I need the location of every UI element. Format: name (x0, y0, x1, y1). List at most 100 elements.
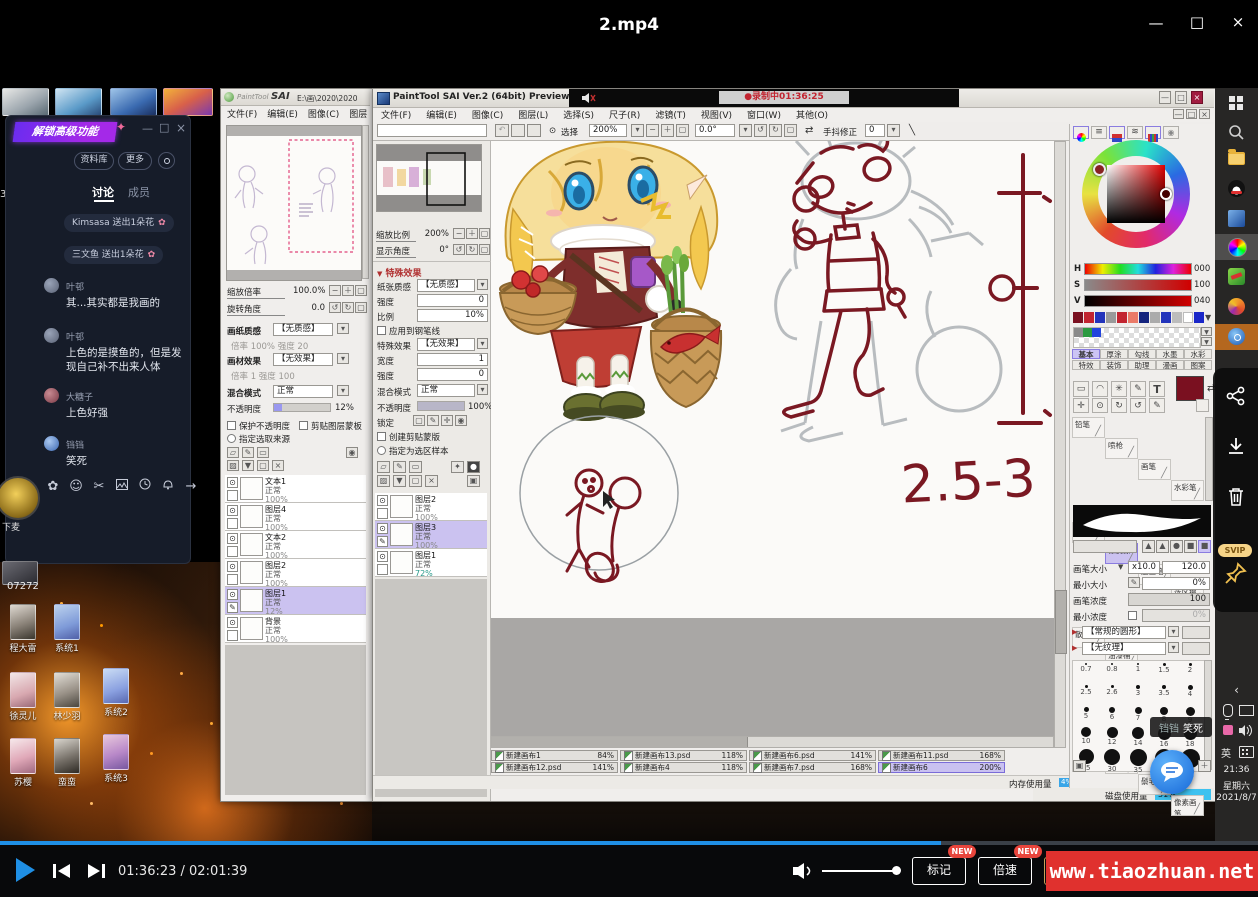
tip-shape-icon[interactable]: ● (1170, 540, 1183, 553)
brush-cell[interactable]: 像素画笔 (1171, 795, 1204, 816)
menu-item[interactable]: 图层(L) (518, 108, 548, 121)
desktop-icon-label[interactable]: 蛮蛮 (47, 775, 87, 788)
rotate-reset-button[interactable]: ▢ (479, 244, 490, 255)
menu-item[interactable]: 选择(S) (563, 108, 594, 121)
monitor-icon[interactable] (1239, 705, 1254, 716)
hue-marker[interactable] (1093, 163, 1106, 176)
size-cell[interactable]: 2 (1177, 663, 1203, 674)
speaker-tray-icon[interactable] (1239, 725, 1253, 736)
new-layer-icon[interactable]: ▱ (227, 447, 239, 458)
min-density-checkbox[interactable] (1128, 611, 1137, 620)
clock-date[interactable]: 2021/8/7 (1215, 793, 1258, 803)
size-cell[interactable]: 3 (1125, 685, 1151, 697)
swatch[interactable] (1106, 312, 1116, 323)
tip-shape-icon-selected[interactable]: ■ (1198, 540, 1211, 553)
lock-all-icon[interactable]: ◉ (455, 415, 467, 426)
merge-down-icon[interactable]: ▼ (242, 460, 254, 471)
swatch[interactable] (1194, 312, 1204, 323)
sai2-close-button[interactable]: × (1191, 91, 1203, 104)
desktop-icon-thumb[interactable] (54, 604, 80, 640)
color-sliders-tab-icon[interactable]: ≡ (1091, 126, 1107, 139)
group-tab[interactable]: 水彩 (1184, 349, 1212, 359)
sv-marker[interactable] (1160, 188, 1172, 200)
shape-extra-box[interactable] (1182, 626, 1210, 639)
checkbox-icon[interactable] (377, 326, 386, 335)
paper-dropdown-icon[interactable]: ▾ (337, 323, 349, 334)
scissors-icon[interactable]: ✂ (90, 479, 108, 494)
avatar[interactable] (44, 278, 59, 293)
lasso-icon[interactable]: ◠ (1092, 381, 1108, 397)
desktop-icon-thumb[interactable] (103, 734, 129, 770)
size-cell[interactable]: 14 (1125, 727, 1151, 747)
windows-start-icon[interactable] (1229, 96, 1243, 110)
menu-item[interactable]: 图层(L) (349, 107, 367, 120)
visibility-eye-icon[interactable]: ⊙ (227, 477, 238, 488)
desktop-icon-label[interactable]: 林少羽 (47, 709, 87, 722)
file-explorer-icon[interactable] (1228, 152, 1245, 165)
apply-to-pen-check[interactable]: 应用到钢笔线 (377, 325, 440, 337)
sai1-opacity-slider[interactable] (273, 403, 331, 412)
layer-row[interactable]: ⊙图层2正常100% (225, 559, 366, 587)
zoom-tool-icon[interactable]: ⊙ (1092, 398, 1108, 413)
dropdown-icon[interactable]: ▾ (477, 279, 488, 290)
brush-cell[interactable]: 水彩笔 (1171, 480, 1204, 501)
firefox-icon[interactable] (1228, 298, 1245, 315)
transfer-down-icon[interactable]: ▨ (227, 460, 239, 471)
special-effects-section[interactable]: ▼ 特殊效果 (377, 266, 422, 279)
v-scrollbar[interactable] (1054, 141, 1066, 748)
selection-sample-radio[interactable]: 指定为选区样本 (377, 445, 449, 457)
menu-item[interactable]: 图像(C) (472, 108, 503, 121)
dropdown-icon[interactable]: ▾ (1168, 626, 1179, 637)
radio-icon[interactable] (377, 446, 386, 455)
rotate-reset-button[interactable]: ▢ (784, 124, 797, 137)
size-cell[interactable]: 7 (1125, 707, 1151, 722)
effect-dropdown-icon[interactable]: ▾ (337, 353, 349, 364)
menu-item[interactable]: 文件(F) (381, 108, 411, 121)
tab-members[interactable]: 成员 (128, 184, 150, 200)
transfer-down-icon[interactable]: ▨ (377, 475, 390, 487)
toolbar-blank-button[interactable] (527, 124, 541, 137)
chat-bubble-button[interactable] (1150, 750, 1194, 794)
share-icon[interactable] (1226, 386, 1246, 406)
desktop-icon-label[interactable]: 徐灵儿 (3, 709, 43, 722)
desktop-icon-thumb[interactable] (54, 672, 80, 708)
volume-icon[interactable] (792, 862, 814, 880)
rotate-view-icon[interactable]: ↻ (1111, 398, 1127, 413)
menu-item[interactable]: 尺子(R) (609, 108, 640, 121)
layer-option-box[interactable] (227, 518, 238, 529)
menu-item[interactable]: 文件(F) (227, 107, 257, 120)
visibility-eye-icon[interactable]: ⊙ (377, 551, 388, 562)
size-cell[interactable]: 2.5 (1073, 685, 1099, 696)
speed-button[interactable]: 倍速 (978, 857, 1032, 885)
sai1-selection-source-radio[interactable]: 指定选取来源 (227, 433, 290, 445)
clock-icon[interactable] (136, 478, 154, 494)
file-tab[interactable]: 新建画布7.psd168% (749, 762, 876, 773)
sai1-canvas[interactable] (226, 125, 362, 281)
swatch[interactable] (1183, 312, 1193, 323)
keyboard-icon[interactable] (1239, 746, 1254, 758)
mask-icon[interactable]: ◉ (346, 447, 358, 458)
chat-username[interactable]: 大糖子 (66, 390, 93, 403)
checkbox-icon[interactable] (227, 421, 236, 430)
size-cell[interactable]: 35 (1125, 749, 1151, 774)
hand-tool-icon[interactable]: ↺ (1130, 398, 1146, 413)
layer-row-selected[interactable]: ⊙✎图层3正常100% (375, 521, 487, 549)
zoom-dropdown-icon[interactable]: ▾ (631, 124, 644, 137)
layer-pair-icon[interactable]: ▣ (467, 475, 480, 487)
chat-maximize-icon[interactable]: □ (159, 121, 169, 134)
min-size-value[interactable]: 0% (1142, 577, 1210, 590)
tip-shape-icon[interactable]: ▲ (1156, 540, 1169, 553)
zoom-out-button[interactable]: − (329, 285, 341, 296)
qq-icon[interactable] (1228, 180, 1245, 197)
sv-square[interactable] (1107, 165, 1165, 223)
radio-icon[interactable] (227, 434, 236, 443)
doc-minimize-icon[interactable]: — (1173, 109, 1184, 119)
emoji-icon[interactable]: ☺ (67, 479, 85, 494)
swatch[interactable] (1161, 312, 1171, 323)
bell-icon[interactable] (159, 478, 177, 494)
eyedropper-icon[interactable]: ✎ (1149, 398, 1165, 413)
strength-value[interactable]: 0 (417, 368, 488, 381)
scale-value[interactable]: 10% (417, 309, 488, 322)
sai1-clip-mask-check[interactable]: 剪贴图层蒙板 (299, 420, 362, 432)
menu-item[interactable]: 编辑(E) (426, 108, 457, 121)
